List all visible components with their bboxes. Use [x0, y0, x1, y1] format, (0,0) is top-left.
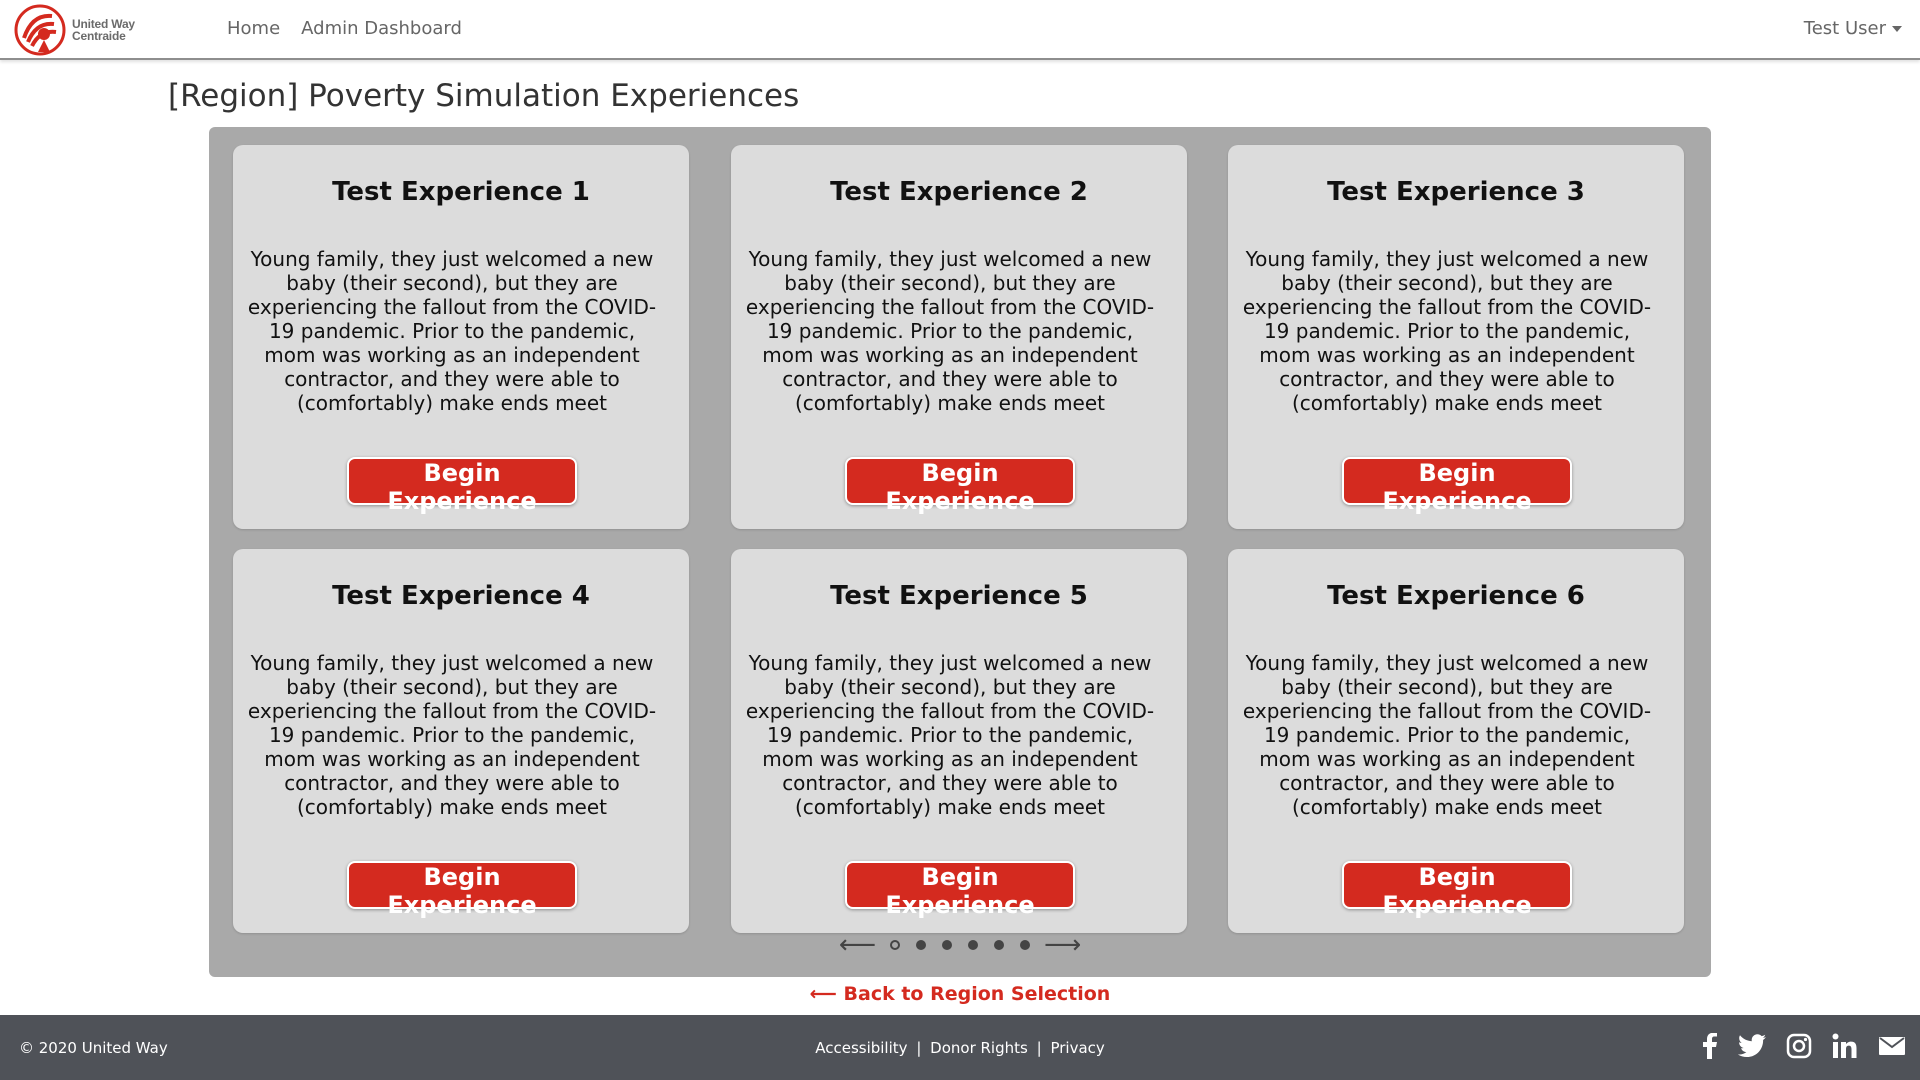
experience-card: Test Experience 6 Young family, they jus… [1228, 549, 1684, 933]
card-description: Young family, they just welcomed a new b… [247, 651, 657, 819]
nav-home-link[interactable]: Home [227, 18, 280, 39]
main-nav: Home Admin Dashboard [227, 18, 462, 39]
caret-down-icon [1892, 25, 1902, 32]
card-description: Young family, they just welcomed a new b… [1242, 247, 1652, 415]
linkedin-icon[interactable] [1832, 1033, 1858, 1059]
footer: © 2020 United Way Accessibility | Donor … [0, 1015, 1920, 1080]
top-navbar: United Way Centraide Home Admin Dashboar… [0, 0, 1920, 60]
social-links [1702, 1033, 1906, 1059]
card-description: Young family, they just welcomed a new b… [745, 247, 1155, 415]
begin-experience-button[interactable]: Begin Experience [845, 861, 1075, 919]
carousel-dot-1[interactable] [890, 940, 900, 950]
card-title: Test Experience 4 [332, 581, 590, 611]
begin-experience-button[interactable]: Begin Experience [347, 861, 577, 919]
experience-card: Test Experience 2 Young family, they jus… [731, 145, 1187, 529]
card-description: Young family, they just welcomed a new b… [247, 247, 657, 415]
experience-card: Test Experience 1 Young family, they jus… [233, 145, 689, 529]
user-menu-dropdown[interactable]: Test User [1804, 18, 1902, 39]
arrow-right-icon[interactable]: ⟶ [1038, 932, 1087, 958]
brand-name: United Way Centraide [72, 18, 135, 42]
accessibility-link[interactable]: Accessibility [815, 1039, 907, 1057]
facebook-icon[interactable] [1702, 1033, 1718, 1059]
brand-logo-link[interactable]: United Way Centraide [14, 4, 135, 56]
donor-rights-link[interactable]: Donor Rights [930, 1039, 1028, 1057]
card-description: Young family, they just welcomed a new b… [745, 651, 1155, 819]
begin-experience-button[interactable]: Begin Experience [1342, 457, 1572, 515]
experience-card: Test Experience 4 Young family, they jus… [233, 549, 689, 933]
card-title: Test Experience 5 [830, 581, 1088, 611]
user-name: Test User [1803, 18, 1886, 39]
carousel-dot-6[interactable] [1020, 940, 1030, 950]
nav-admin-dashboard-link[interactable]: Admin Dashboard [301, 18, 462, 39]
begin-experience-button[interactable]: Begin Experience [845, 457, 1075, 515]
mail-icon[interactable] [1878, 1036, 1906, 1056]
experience-card: Test Experience 3 Young family, they jus… [1228, 145, 1684, 529]
card-title: Test Experience 2 [830, 177, 1088, 207]
begin-experience-button[interactable]: Begin Experience [347, 457, 577, 515]
footer-separator: | [916, 1039, 922, 1057]
arrow-left-icon[interactable]: ⟵ [833, 932, 882, 958]
twitter-icon[interactable] [1738, 1034, 1766, 1058]
carousel-controls: ⟵ ⟶ [209, 932, 1711, 958]
experience-carousel: Test Experience 1 Young family, they jus… [209, 127, 1711, 977]
carousel-dot-4[interactable] [968, 940, 978, 950]
experience-card: Test Experience 5 Young family, they jus… [731, 549, 1187, 933]
brand-line-2: Centraide [72, 29, 126, 43]
card-title: Test Experience 1 [332, 177, 590, 207]
privacy-link[interactable]: Privacy [1050, 1039, 1104, 1057]
back-to-region-selection-link[interactable]: ⟵ Back to Region Selection [0, 983, 1920, 1005]
carousel-dot-2[interactable] [916, 940, 926, 950]
instagram-icon[interactable] [1786, 1033, 1812, 1059]
card-description: Young family, they just welcomed a new b… [1242, 651, 1652, 819]
page-title: [Region] Poverty Simulation Experiences [168, 78, 800, 114]
footer-links: Accessibility | Donor Rights | Privacy [0, 1039, 1920, 1057]
card-title: Test Experience 6 [1327, 581, 1585, 611]
footer-separator: | [1036, 1039, 1042, 1057]
united-way-logo-icon [14, 4, 66, 56]
begin-experience-button[interactable]: Begin Experience [1342, 861, 1572, 919]
carousel-dot-5[interactable] [994, 940, 1004, 950]
carousel-dot-3[interactable] [942, 940, 952, 950]
card-title: Test Experience 3 [1327, 177, 1585, 207]
